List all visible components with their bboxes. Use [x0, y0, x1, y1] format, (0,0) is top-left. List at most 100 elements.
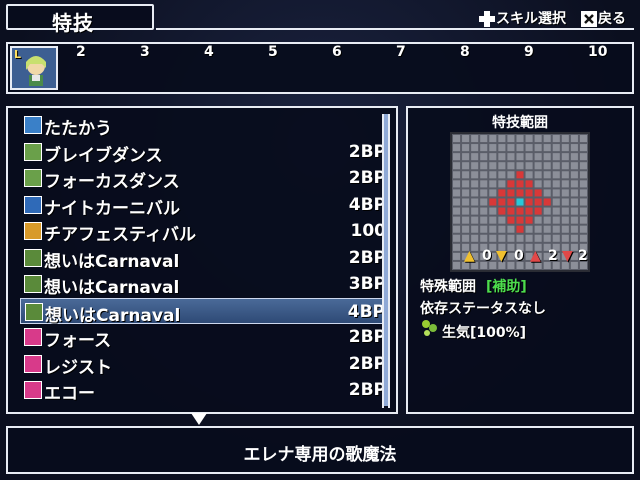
- range-cell: [570, 144, 578, 152]
- party-slot-2[interactable]: 2: [76, 44, 86, 60]
- range-cell: [471, 171, 479, 179]
- skill-cost: 100: [350, 221, 387, 241]
- range-cell: [453, 234, 461, 242]
- range-cell: [462, 180, 470, 188]
- range-cell: [579, 207, 587, 215]
- range-cell: [570, 207, 578, 215]
- attribute-text: 生気[100%]: [442, 325, 527, 341]
- party-slot-4[interactable]: 4: [204, 44, 214, 60]
- range-cell: [462, 225, 470, 233]
- skill-name: フォース: [44, 331, 112, 351]
- party-slot-9[interactable]: 9: [524, 44, 534, 60]
- party-slot-3[interactable]: 3: [140, 44, 150, 60]
- title-frame: 特技: [6, 4, 154, 35]
- skill-row[interactable]: フォーカスダンス 2BP: [20, 165, 386, 192]
- range-cell: [498, 180, 506, 188]
- range-cell: [462, 162, 470, 170]
- skill-row[interactable]: ブレイブダンス 2BP: [20, 139, 386, 166]
- range-cell: [462, 189, 470, 197]
- range-cell: [570, 162, 578, 170]
- scrollbar-thumb[interactable]: [384, 114, 388, 406]
- range-cell: [453, 207, 461, 215]
- range-cell: [471, 180, 479, 188]
- skill-row[interactable]: チアフェスティバル 100: [20, 218, 387, 245]
- range-cell: [516, 144, 524, 152]
- party-slot-6[interactable]: 6: [332, 44, 342, 60]
- range-cell: [552, 171, 560, 179]
- back-hint[interactable]: 戻る: [580, 8, 626, 28]
- range-cell: [498, 162, 506, 170]
- life-element-icon: [422, 320, 437, 336]
- skill-name: ブレイブダンス: [44, 145, 163, 166]
- skill-row[interactable]: 想いはCarnaval 4BP: [20, 297, 386, 326]
- character-portrait[interactable]: L: [10, 46, 58, 90]
- range-cell: [552, 153, 560, 161]
- range-cell: [525, 234, 533, 242]
- skill-row[interactable]: たたかう: [20, 112, 386, 139]
- skill-cost: 2BP: [348, 247, 386, 268]
- range-cell: [561, 207, 569, 215]
- party-bar: L 2 3 4 5 6 7 8 9 10: [6, 42, 634, 94]
- range-cell: [543, 162, 551, 170]
- voice-icon: [24, 381, 42, 399]
- range-cell: [480, 234, 488, 242]
- range-cell: [480, 144, 488, 152]
- range-cell: [489, 234, 497, 242]
- range-cell: [570, 216, 578, 224]
- range-cell: [453, 243, 461, 251]
- range-cell: [570, 171, 578, 179]
- skill-row[interactable]: エコー 2BP: [20, 377, 386, 404]
- range-cell: [525, 180, 533, 188]
- range-cell: [480, 207, 488, 215]
- skill-row[interactable]: 想いはCarnaval 3BP: [20, 271, 386, 298]
- range-cell: [489, 144, 497, 152]
- range-cell: [516, 153, 524, 161]
- range-cell: [534, 189, 542, 197]
- skill-name: チアフェスティバル: [44, 225, 196, 245]
- skill-select-hint[interactable]: スキル選択: [478, 8, 566, 28]
- range-cell: [462, 234, 470, 242]
- range-cell: [507, 198, 515, 206]
- stat-value-4: 2: [578, 248, 588, 264]
- range-cell: [570, 180, 578, 188]
- skill-name: レジスト: [44, 357, 112, 378]
- range-cell: [507, 180, 515, 188]
- scroll-down-arrow-icon[interactable]: [190, 412, 208, 426]
- range-cell: [525, 207, 533, 215]
- range-cell: [462, 198, 470, 206]
- skill-cost: 4BP: [348, 194, 386, 215]
- range-cell: [516, 180, 524, 188]
- party-slot-10[interactable]: 10: [588, 44, 607, 60]
- skill-row[interactable]: 想いはCarnaval 2BP: [20, 245, 386, 272]
- mag-up-icon: ▲: [530, 248, 541, 264]
- skill-row[interactable]: レジスト 2BP: [20, 351, 386, 378]
- range-cell: [507, 171, 515, 179]
- range-title: 特技範囲: [492, 115, 548, 131]
- range-cell: [579, 171, 587, 179]
- range-cell: [570, 234, 578, 242]
- range-cell: [543, 135, 551, 143]
- range-cell: [543, 207, 551, 215]
- range-cell: [579, 234, 587, 242]
- range-cell: [507, 216, 515, 224]
- party-slot-8[interactable]: 8: [460, 44, 470, 60]
- skill-row[interactable]: ナイトカーニバル 4BP: [20, 192, 386, 219]
- skill-row[interactable]: フォース 2BP: [20, 324, 386, 351]
- res-down-icon: ▼: [562, 248, 573, 264]
- range-cell: [462, 216, 470, 224]
- stat-changes: ▲ 0 ▼ 0 ▲ 2 ▼ 2: [464, 248, 588, 266]
- range-cell: [471, 216, 479, 224]
- party-slot-5[interactable]: 5: [268, 44, 278, 60]
- party-slot-7[interactable]: 7: [396, 44, 406, 60]
- range-cell: [516, 135, 524, 143]
- skill-info-panel: 特技範囲 ▲ 0 ▼ 0 ▲ 2 ▼ 2 特殊範囲 [補助] 依存ステータスなし…: [406, 106, 634, 414]
- scrollbar[interactable]: [382, 114, 390, 408]
- back-label: 戻る: [598, 11, 626, 27]
- skill-cost: 2BP: [348, 353, 386, 374]
- range-cell: [480, 162, 488, 170]
- range-cell: [516, 189, 524, 197]
- skill-cost: 2BP: [348, 141, 386, 162]
- range-cell: [579, 198, 587, 206]
- range-cell: [507, 234, 515, 242]
- dpad-icon: [479, 11, 495, 27]
